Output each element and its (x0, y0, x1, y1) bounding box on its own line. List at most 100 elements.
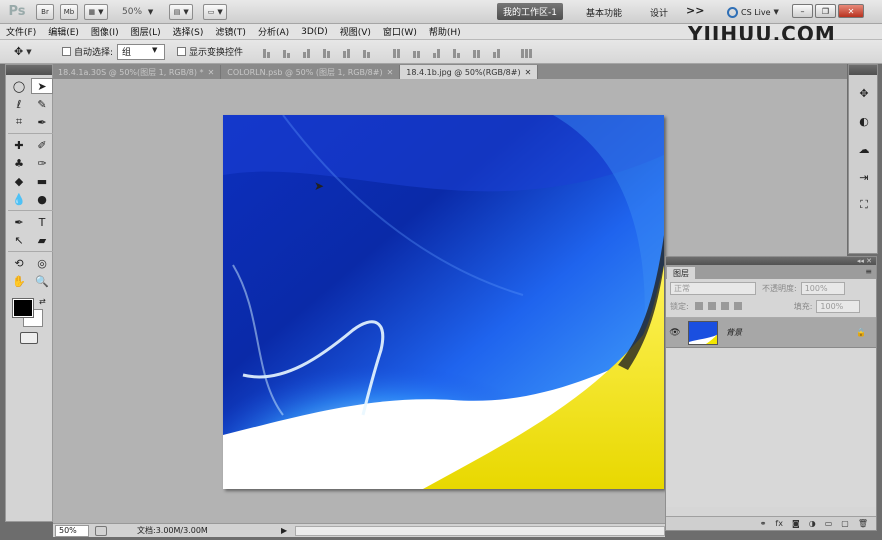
workspace-design-button[interactable]: 设计 (650, 6, 668, 19)
align-left-icon[interactable] (319, 46, 333, 58)
menu-edit[interactable]: 编辑(E) (42, 25, 85, 38)
panel-menu-icon[interactable]: ≡ (865, 267, 872, 276)
menu-file[interactable]: 文件(F) (0, 25, 42, 38)
lock-image-icon[interactable] (707, 302, 716, 310)
tool-preset-picker[interactable]: ✥ ▼ (14, 43, 50, 61)
eyedropper-tool[interactable]: ✒ (31, 114, 53, 130)
lasso-tool[interactable]: ℓ (8, 96, 30, 112)
align-horizontal-center-icon[interactable] (339, 46, 353, 58)
auto-select-checkbox[interactable]: 自动选择: (62, 45, 113, 58)
checkbox-box[interactable] (177, 47, 187, 56)
tools-panel-header[interactable] (6, 65, 52, 75)
menu-image[interactable]: 图像(I) (85, 25, 125, 38)
fill-field[interactable]: 100% (816, 299, 861, 313)
lock-all-icon[interactable] (733, 302, 742, 310)
minimize-button[interactable]: – (792, 4, 813, 18)
marquee-tool[interactable]: ◯ (8, 78, 30, 94)
auto-align-icon[interactable] (519, 46, 533, 58)
quick-mask-button[interactable] (20, 332, 38, 344)
menu-view[interactable]: 视图(V) (334, 25, 377, 38)
status-info-icon[interactable] (95, 525, 107, 536)
quick-select-tool[interactable]: ✎ (31, 96, 53, 112)
collapse-icon[interactable]: ◂◂ ✕ (857, 257, 872, 265)
distribute-right-icon[interactable] (489, 46, 503, 58)
align-right-icon[interactable] (359, 46, 373, 58)
workspace-active-button[interactable]: 我的工作区-1 (497, 3, 563, 20)
dodge-tool[interactable]: ● (31, 191, 53, 207)
adjustment-layer-icon[interactable]: ◑ (809, 519, 816, 528)
mini-bridge-button[interactable]: Mb (60, 3, 78, 20)
menu-analysis[interactable]: 分析(A) (252, 25, 295, 38)
3d-rotate-tool[interactable]: ⟲ (8, 255, 30, 271)
distribute-center-icon[interactable] (409, 46, 423, 58)
delete-layer-icon[interactable]: 🗑 (858, 519, 868, 528)
navigator-panel-icon[interactable]: ✥ (851, 83, 877, 103)
screen-mode-button[interactable]: ▭ ▼ (203, 3, 228, 20)
add-mask-icon[interactable]: ◙ (792, 519, 800, 528)
menu-window[interactable]: 窗口(W) (377, 25, 423, 38)
move-tool[interactable]: ➤ (31, 78, 53, 94)
tab-document-3[interactable]: 18.4.1b.jpg @ 50%(RGB/8#) ✕ (400, 65, 539, 79)
new-layer-icon[interactable]: ▢ (841, 519, 849, 528)
align-top-icon[interactable] (259, 46, 273, 58)
healing-brush-tool[interactable]: ✚ (8, 137, 30, 153)
checkbox-box[interactable] (62, 47, 71, 56)
layer-row-background[interactable]: 👁 背景 🔒 (666, 318, 876, 348)
hand-tool[interactable]: ✋ (8, 273, 30, 289)
cs-live-button[interactable]: CS Live ▼ (722, 4, 784, 20)
close-icon[interactable]: ✕ (525, 68, 532, 77)
link-layers-icon[interactable]: ⚭ (760, 519, 767, 528)
masks-panel-icon[interactable]: ☁ (851, 139, 877, 159)
menu-layer[interactable]: 图层(L) (125, 25, 167, 38)
align-vertical-center-icon[interactable] (279, 46, 293, 58)
adjustments-panel-icon[interactable]: ◐ (851, 111, 877, 131)
distribute-top-icon[interactable] (389, 46, 403, 58)
new-group-icon[interactable]: ▭ (825, 519, 833, 528)
auto-select-target-dropdown[interactable]: 组 ▼ (117, 43, 166, 60)
restore-button[interactable]: ❐ (815, 4, 836, 18)
status-menu-arrow-icon[interactable]: ▶ (281, 526, 287, 535)
menu-help[interactable]: 帮助(H) (423, 25, 467, 38)
close-icon[interactable]: ✕ (208, 68, 215, 77)
blur-tool[interactable]: 💧 (8, 191, 30, 207)
layer-style-icon[interactable]: fx (775, 519, 783, 528)
tab-layers[interactable]: 图层 (667, 267, 695, 279)
type-tool[interactable]: T (31, 214, 53, 230)
horizontal-scrollbar[interactable] (295, 525, 665, 536)
status-zoom-field[interactable]: 50% (55, 524, 89, 537)
close-icon[interactable]: ✕ (387, 68, 394, 77)
distribute-left-icon[interactable] (449, 46, 463, 58)
lock-position-icon[interactable] (720, 302, 729, 310)
close-button[interactable]: ✕ (838, 4, 864, 18)
tab-document-2[interactable]: COLORLN.psb @ 50% (图层 1, RGB/8#) ✕ (221, 65, 401, 79)
layers-panel-titlebar[interactable]: ◂◂ ✕ (666, 257, 876, 265)
transform-panel-icon[interactable]: ⛶ (851, 195, 877, 215)
history-brush-tool[interactable]: ✑ (31, 155, 53, 171)
zoom-tool[interactable]: 🔍 (31, 273, 53, 289)
pen-tool[interactable]: ✒ (8, 214, 30, 230)
distribute-hcenter-icon[interactable] (469, 46, 483, 58)
document-image[interactable] (223, 115, 664, 489)
lock-transparency-icon[interactable] (694, 302, 703, 310)
shape-tool[interactable]: ▰ (31, 232, 53, 248)
workspace-basic-button[interactable]: 基本功能 (586, 6, 622, 19)
menu-3d[interactable]: 3D(D) (295, 27, 334, 37)
gradient-tool[interactable]: ▬ (31, 173, 53, 189)
tab-document-1[interactable]: 18.4.1a.30S @ 50%(图层 1, RGB/8) * ✕ (52, 65, 222, 79)
foreground-color-swatch[interactable] (12, 298, 34, 318)
swap-colors-icon[interactable]: ⇄ (39, 297, 46, 306)
eraser-tool[interactable]: ◆ (8, 173, 30, 189)
brush-tool[interactable]: ✐ (31, 137, 53, 153)
crop-tool[interactable]: ⌗ (8, 114, 30, 130)
view-extras-button[interactable]: ▦ ▼ (84, 3, 108, 20)
arrange-documents-button[interactable]: ▤ ▼ (169, 3, 194, 20)
opacity-field[interactable]: 100% (800, 281, 845, 295)
eye-icon[interactable]: 👁 (666, 328, 684, 338)
clone-source-panel-icon[interactable]: ⇥ (851, 167, 877, 187)
clone-stamp-tool[interactable]: ♣ (8, 155, 30, 171)
3d-orbit-tool[interactable]: ◎ (31, 255, 53, 271)
blend-mode-dropdown[interactable]: 正常 (670, 281, 756, 295)
show-transform-checkbox[interactable]: 显示变换控件 (177, 45, 243, 58)
path-select-tool[interactable]: ↖ (8, 232, 30, 248)
align-bottom-icon[interactable] (299, 46, 313, 58)
